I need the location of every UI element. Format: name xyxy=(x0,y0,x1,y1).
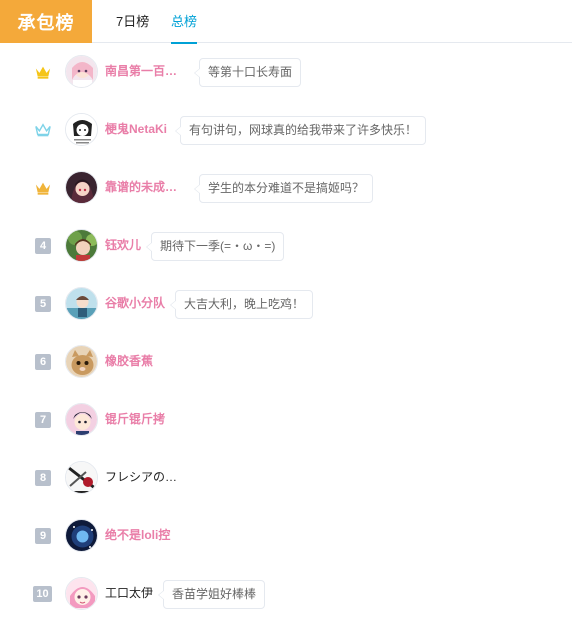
rank-badge: 6 xyxy=(35,354,51,370)
user-name[interactable]: 谷歌小分队 xyxy=(105,295,165,312)
avatar[interactable] xyxy=(65,55,98,88)
ranking-row: 7 锟斤锟斤拷 xyxy=(0,391,572,449)
ranking-row: 南昌第一百… 等第十口长寿面 xyxy=(0,43,572,101)
avatar[interactable] xyxy=(65,345,98,378)
ranking-row: 靠谱的未成… 学生的本分难道不是搞姬吗？ xyxy=(0,159,572,217)
message-bubble: 学生的本分难道不是搞姬吗？ xyxy=(193,174,374,203)
avatar[interactable] xyxy=(65,113,98,146)
rank-badge: 10 xyxy=(33,586,52,602)
avatar[interactable] xyxy=(65,287,98,320)
avatar[interactable] xyxy=(65,403,98,436)
avatar[interactable] xyxy=(65,229,98,262)
ranking-row: 5 谷歌小分队 大吉大利，晚上吃鸡！ xyxy=(0,275,572,333)
user-name[interactable]: 绝不是loli控 xyxy=(105,527,170,544)
avatar[interactable] xyxy=(65,171,98,204)
ranking-row: 8 フレシアの… xyxy=(0,449,572,507)
tab-7-day[interactable]: 7日榜 xyxy=(116,0,149,43)
user-name[interactable]: 锟斤锟斤拷 xyxy=(105,411,165,428)
silver-crown-icon xyxy=(35,122,51,138)
rank-badge: 5 xyxy=(35,296,51,312)
ranking-row: 4 钰欢儿 期待下一季(=・ω・=) xyxy=(0,217,572,275)
message-bubble: 有句讲句，网球真的给我带来了许多快乐！ xyxy=(174,116,427,145)
avatar[interactable] xyxy=(65,461,98,494)
bronze-crown-icon xyxy=(35,180,51,196)
message-bubble: 大吉大利，晚上吃鸡！ xyxy=(169,290,314,319)
message-bubble: 期待下一季(=・ω・=) xyxy=(145,232,285,261)
ranking-row: 9 绝不是loli控 xyxy=(0,507,572,565)
user-name[interactable]: 钰欢儿 xyxy=(105,237,141,254)
user-name[interactable]: 南昌第一百… xyxy=(105,63,177,80)
rank-badge: 4 xyxy=(35,238,51,254)
avatar[interactable] xyxy=(65,519,98,552)
user-name[interactable]: 工口太伊 xyxy=(105,585,153,602)
ranking-row: 6 橡胶香蕉 xyxy=(0,333,572,391)
ranking-row: 梗鬼NetaKi 有句讲句，网球真的给我带来了许多快乐！ xyxy=(0,101,572,159)
user-name[interactable]: フレシアの… xyxy=(105,469,177,486)
user-name[interactable]: 橡胶香蕉 xyxy=(105,353,153,370)
message-bubble: 香苗学姐好棒棒 xyxy=(157,580,266,609)
ranking-row: 10 工口太伊 香苗学姐好棒棒 xyxy=(0,565,572,619)
page-title: 承包榜 xyxy=(0,0,92,43)
rank-badge: 9 xyxy=(35,528,51,544)
tab-all-time[interactable]: 总榜 xyxy=(171,0,198,44)
user-name[interactable]: 靠谱的未成… xyxy=(105,179,177,196)
message-bubble: 等第十口长寿面 xyxy=(193,58,302,87)
gold-crown-icon xyxy=(35,64,51,80)
user-name[interactable]: 梗鬼NetaKi xyxy=(105,121,167,138)
rank-badge: 7 xyxy=(35,412,51,428)
header: 承包榜 7日榜 总榜 xyxy=(0,0,572,44)
avatar[interactable] xyxy=(65,577,98,610)
rank-badge: 8 xyxy=(35,470,51,486)
